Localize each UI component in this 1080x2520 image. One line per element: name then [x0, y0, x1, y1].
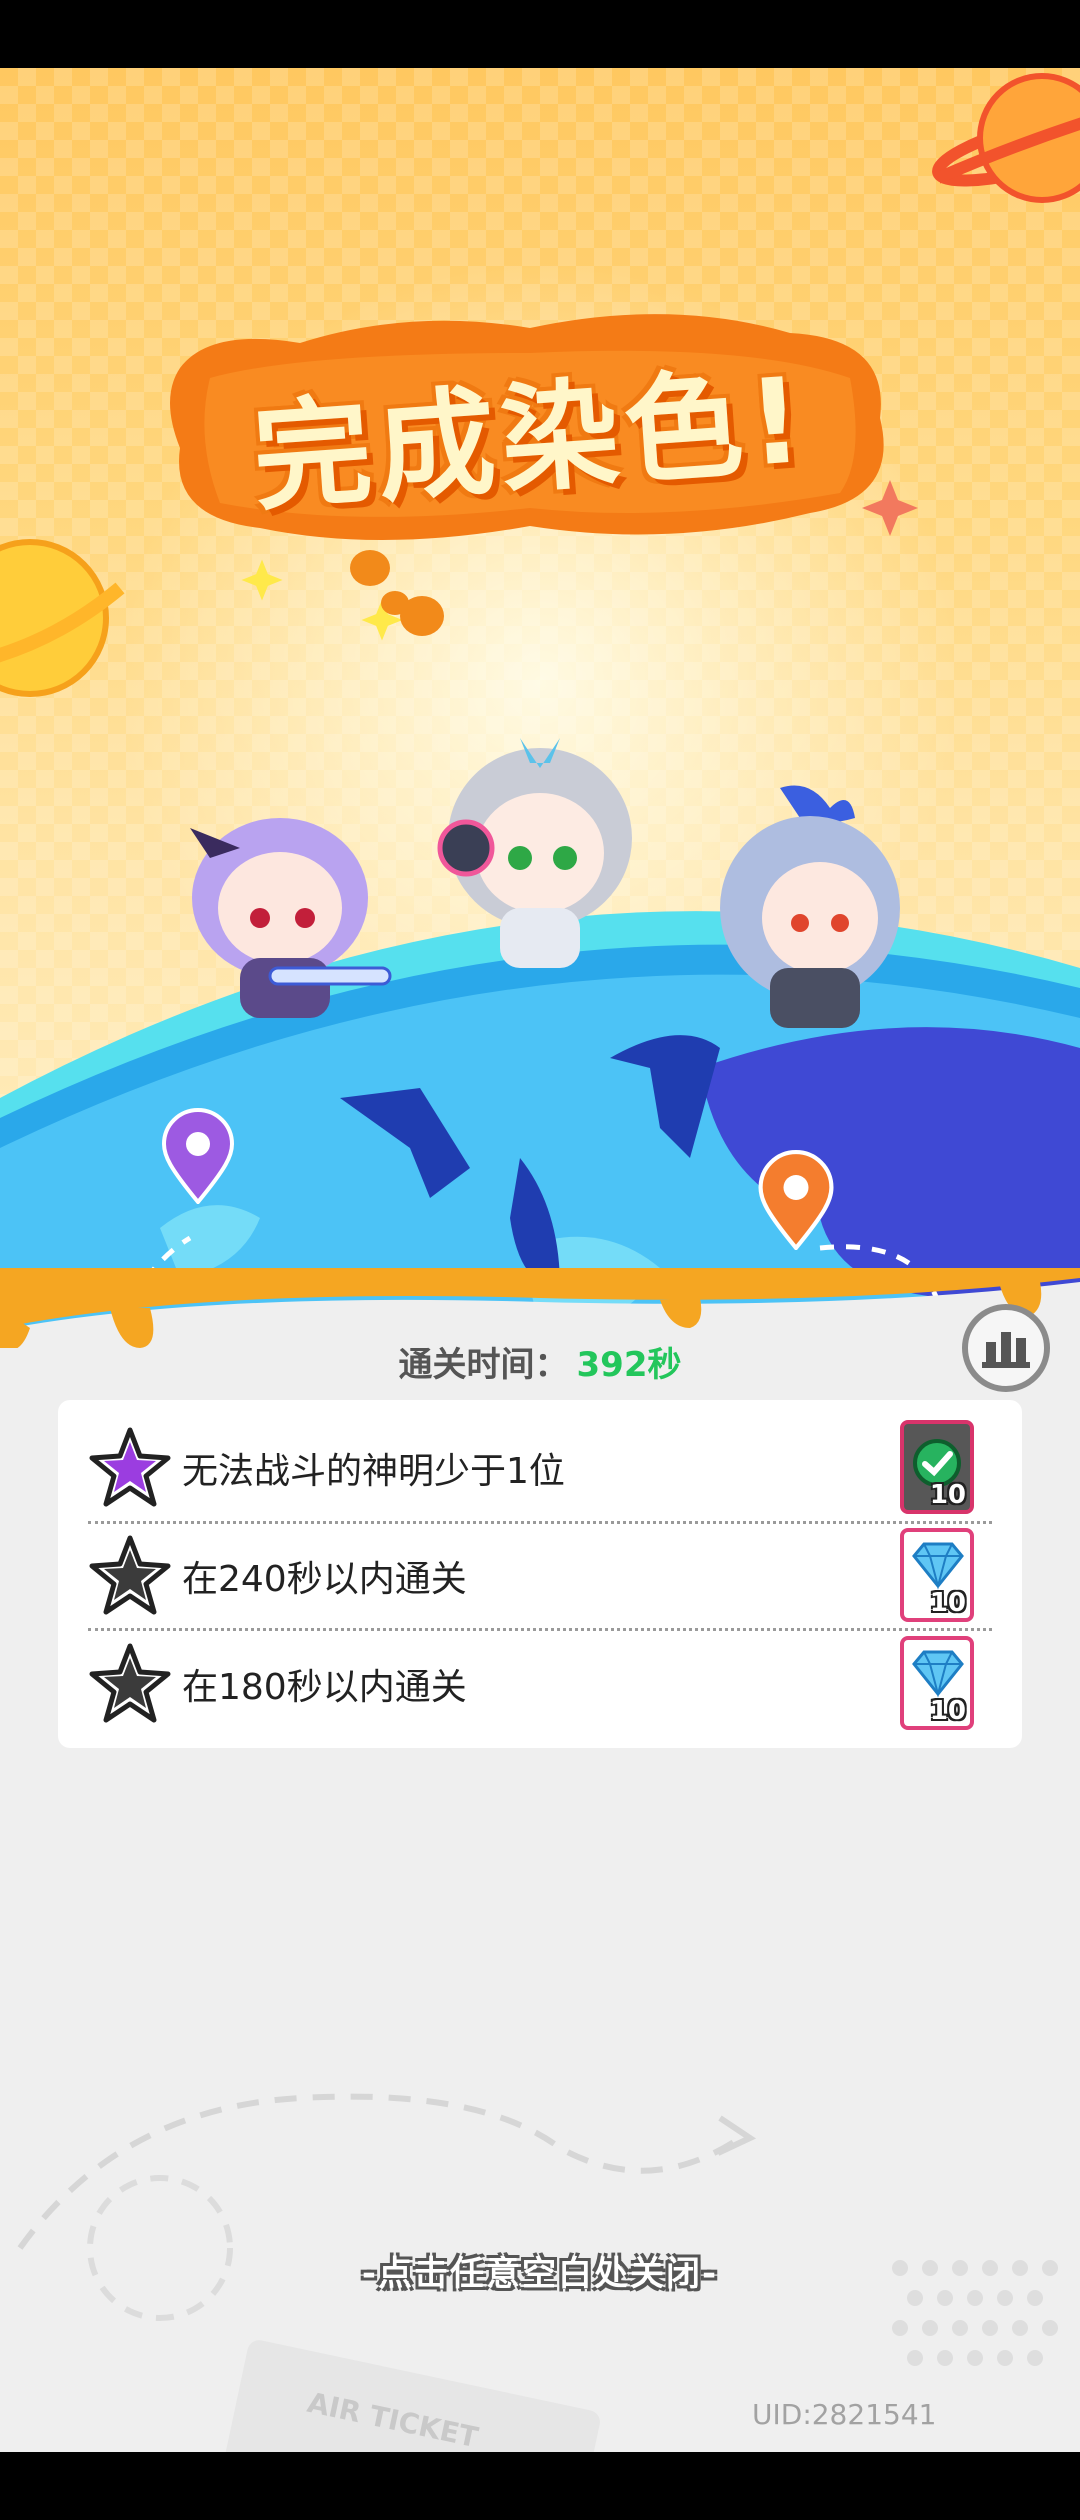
result-banner: 完成染色! [0, 68, 1080, 1348]
objective-text: 无法战斗的神明少于1位 [182, 1451, 565, 1492]
sparkle-icon [862, 480, 918, 536]
star-empty-icon [89, 1535, 171, 1615]
character-left-avatar [190, 818, 392, 1018]
status-bar [0, 0, 1080, 68]
star-achieved-icon [89, 1427, 171, 1507]
tap-to-close-hint[interactable]: -点击任意空白处关闭- [0, 2240, 1080, 2300]
travel-decoration: AIR TICKET [17, 2093, 1058, 2452]
map-pin-orange-icon [758, 1150, 834, 1250]
map-pin-purple-icon [161, 1108, 235, 1204]
objective-text: 在240秒以内通关 [182, 1559, 467, 1600]
star-empty-icon [89, 1643, 171, 1723]
objectives-card: 无法战斗的神明少于1位 10 在240秒以内通关 10 在180秒以内通关 10 [58, 1400, 1022, 1748]
title-badge: 完成染色! [150, 298, 910, 558]
reward-slot: 10 [900, 1636, 974, 1730]
sparkle-icon [241, 559, 283, 601]
clear-time-value: 392秒 [576, 1344, 682, 1385]
diamond-icon [912, 1542, 964, 1590]
navigation-bar [0, 2452, 1080, 2520]
leaderboard-button[interactable] [962, 1304, 1050, 1392]
reward-count: 10 [929, 1696, 966, 1726]
divider [88, 1628, 992, 1631]
planet-top-right-icon [932, 73, 1080, 203]
character-right-avatar [720, 785, 900, 1028]
result-screen[interactable]: 完成染色! 通关时间： 392秒 无法战斗的神明少于1位 10 在240秒以内通… [0, 68, 1080, 2452]
objective-row: 在240秒以内通关 10 [88, 1524, 992, 1628]
bar-chart-icon [982, 1332, 1030, 1368]
reward-count: 10 [929, 1480, 966, 1510]
reward-slot: 10 [900, 1528, 974, 1622]
objective-text: 在180秒以内通关 [182, 1667, 467, 1708]
clear-time-row: 通关时间： 392秒 [0, 1326, 1080, 1396]
reward-slot-claimed: 10 [900, 1420, 974, 1514]
character-center-avatar [437, 738, 632, 968]
planet-left-icon [0, 539, 125, 697]
objective-row: 无法战斗的神明少于1位 10 [88, 1416, 992, 1520]
diamond-icon [912, 1650, 964, 1698]
objective-row: 在180秒以内通关 10 [88, 1632, 992, 1736]
paint-drops-icon [350, 550, 444, 636]
result-title: 完成染色! [248, 350, 813, 527]
clear-time-label: 通关时间： [398, 1344, 569, 1385]
user-id-label: UID:2821541 [752, 2398, 937, 2431]
reward-count: 10 [929, 1588, 966, 1618]
